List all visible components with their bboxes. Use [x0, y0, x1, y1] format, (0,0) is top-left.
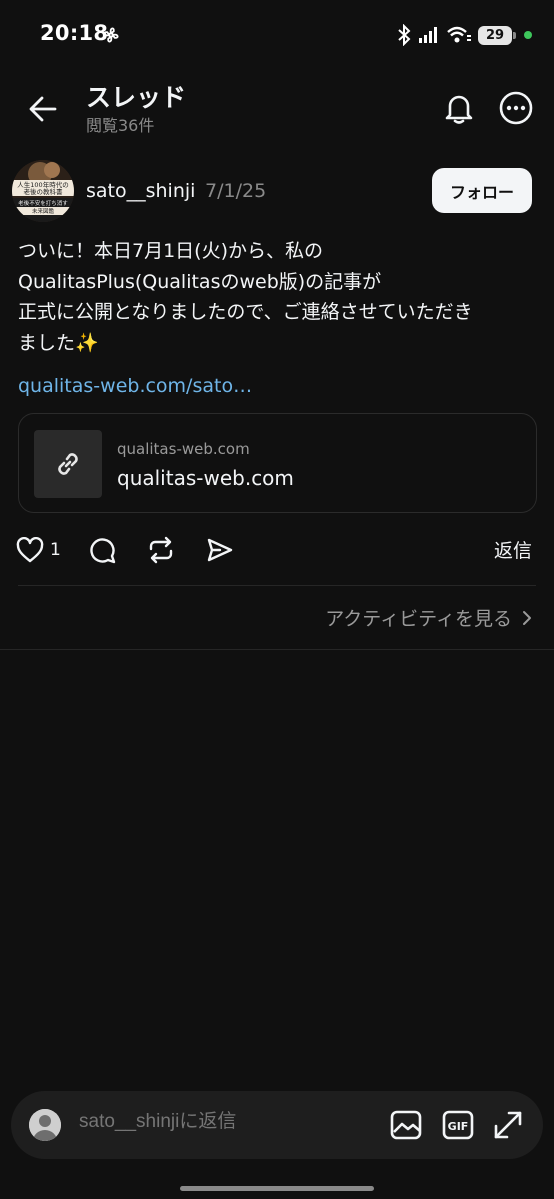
post-date: 7/1/25	[205, 180, 267, 202]
share-button[interactable]	[206, 534, 234, 566]
reply-composer: GIF	[11, 1091, 543, 1159]
battery-level: 29	[485, 27, 505, 43]
post-line: ました	[18, 331, 76, 354]
back-arrow-icon	[29, 96, 57, 122]
book-cover-image: 人生100年時代の 老後の教科書 老後不安を打ち消す 未来図鑑	[12, 160, 74, 222]
link-preview-domain: qualitas-web.com	[117, 440, 250, 458]
image-button[interactable]	[389, 1108, 423, 1142]
link-icon	[58, 453, 78, 475]
divider	[18, 585, 536, 586]
comment-icon	[90, 538, 116, 564]
link-preview-title: qualitas-web.com	[117, 466, 294, 490]
battery-indicator: 29	[478, 25, 516, 45]
post-line: 正式に公開となりましたので、ご連絡させていただき	[18, 301, 473, 323]
post-actions: 1 返信	[0, 530, 554, 570]
view-activity-label: アクティビティを見る	[325, 608, 512, 630]
bell-icon	[445, 95, 473, 124]
wifi-icon	[447, 26, 471, 43]
post-line: QualitasPlus(Qualitasのweb版)の記事が	[18, 270, 382, 293]
book-title-line4: 未来図鑑	[32, 207, 55, 215]
more-icon	[499, 91, 533, 125]
post-body: ついに！本日7月1日(火)から、私の QualitasPlus(Qualitas…	[18, 236, 538, 358]
repost-button[interactable]	[147, 534, 175, 566]
thread-header: スレッド 閲覧36件	[0, 70, 554, 146]
post-line-last: ました✨	[18, 328, 538, 359]
status-icons: 29	[396, 22, 532, 48]
link-preview-card[interactable]: qualitas-web.com qualitas-web.com	[18, 413, 537, 513]
image-icon	[390, 1110, 422, 1140]
expand-icon	[494, 1111, 522, 1139]
repost-icon	[149, 536, 173, 564]
share-icon	[207, 538, 233, 562]
author-avatar[interactable]: 人生100年時代の 老後の教科書 老後不安を打ち消す 未来図鑑	[12, 160, 74, 222]
like-count: 1	[50, 540, 61, 560]
home-indicator[interactable]	[180, 1186, 374, 1191]
view-count: 閲覧36件	[86, 116, 155, 135]
author-username[interactable]: sato__shinji	[86, 180, 195, 202]
divider	[0, 649, 554, 650]
user-avatar	[29, 1109, 61, 1141]
chevron-right-icon	[523, 610, 531, 625]
fan-icon	[103, 27, 119, 43]
follow-button[interactable]: フォロー	[432, 168, 532, 213]
reply-input[interactable]	[79, 1111, 369, 1133]
sparkle-emoji: ✨	[75, 331, 99, 354]
back-button[interactable]	[22, 88, 64, 130]
post-line: ついに！本日7月1日(火)から、私の	[18, 240, 324, 262]
gif-icon: GIF	[442, 1110, 474, 1140]
status-time: 20:18	[40, 21, 109, 45]
post-url-link[interactable]: qualitas-web.com/sato…	[18, 375, 252, 397]
comment-button[interactable]	[88, 534, 116, 566]
notification-button[interactable]	[438, 87, 480, 129]
gif-button[interactable]: GIF	[441, 1108, 475, 1142]
expand-button[interactable]	[491, 1108, 525, 1142]
status-bar: 20:18 29	[0, 0, 554, 70]
book-title-line2: 老後の教科書	[24, 187, 64, 196]
privacy-dot	[524, 31, 532, 39]
default-avatar-icon	[29, 1109, 61, 1141]
heart-icon	[16, 537, 44, 563]
bluetooth-icon	[398, 24, 411, 46]
book-title-line3: 老後不安を打ち消す	[18, 199, 68, 207]
more-options-button[interactable]	[495, 87, 537, 129]
signal-icon	[419, 27, 437, 43]
link-preview-thumbnail	[34, 430, 102, 498]
reply-button[interactable]: 返信	[494, 536, 532, 563]
like-button[interactable]: 1	[16, 534, 61, 566]
view-activity-link[interactable]: アクティビティを見る	[325, 604, 532, 631]
page-title: スレッド	[86, 83, 187, 112]
gif-label: GIF	[448, 1120, 469, 1133]
